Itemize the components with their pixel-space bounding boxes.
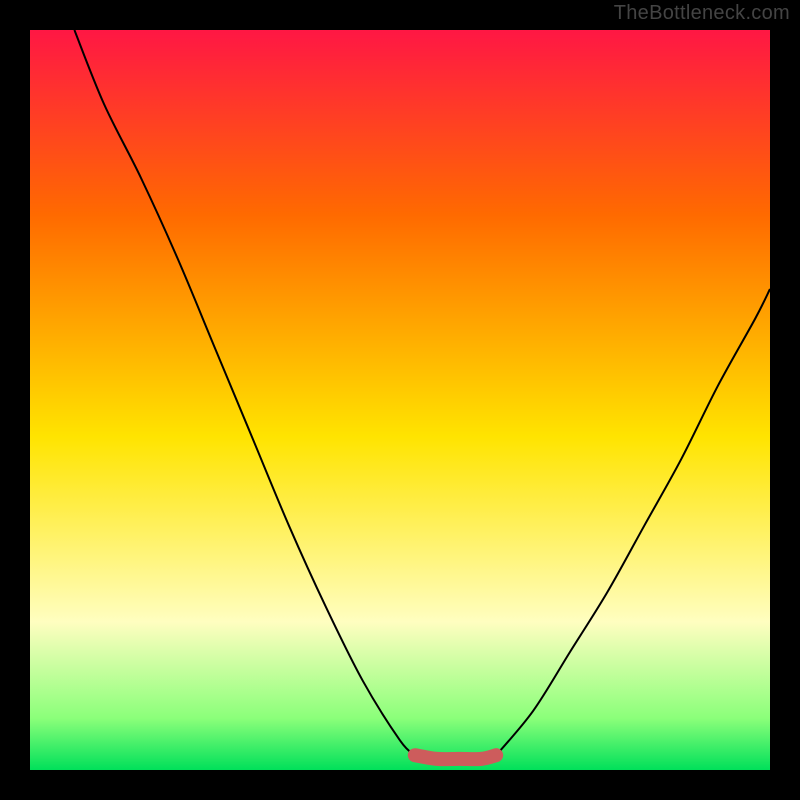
- optimal-zone-highlight: [415, 755, 496, 759]
- watermark-text: TheBottleneck.com: [614, 2, 790, 25]
- bottleneck-chart: [0, 0, 800, 800]
- chart-frame: TheBottleneck.com: [0, 0, 800, 800]
- plot-area: [30, 30, 770, 770]
